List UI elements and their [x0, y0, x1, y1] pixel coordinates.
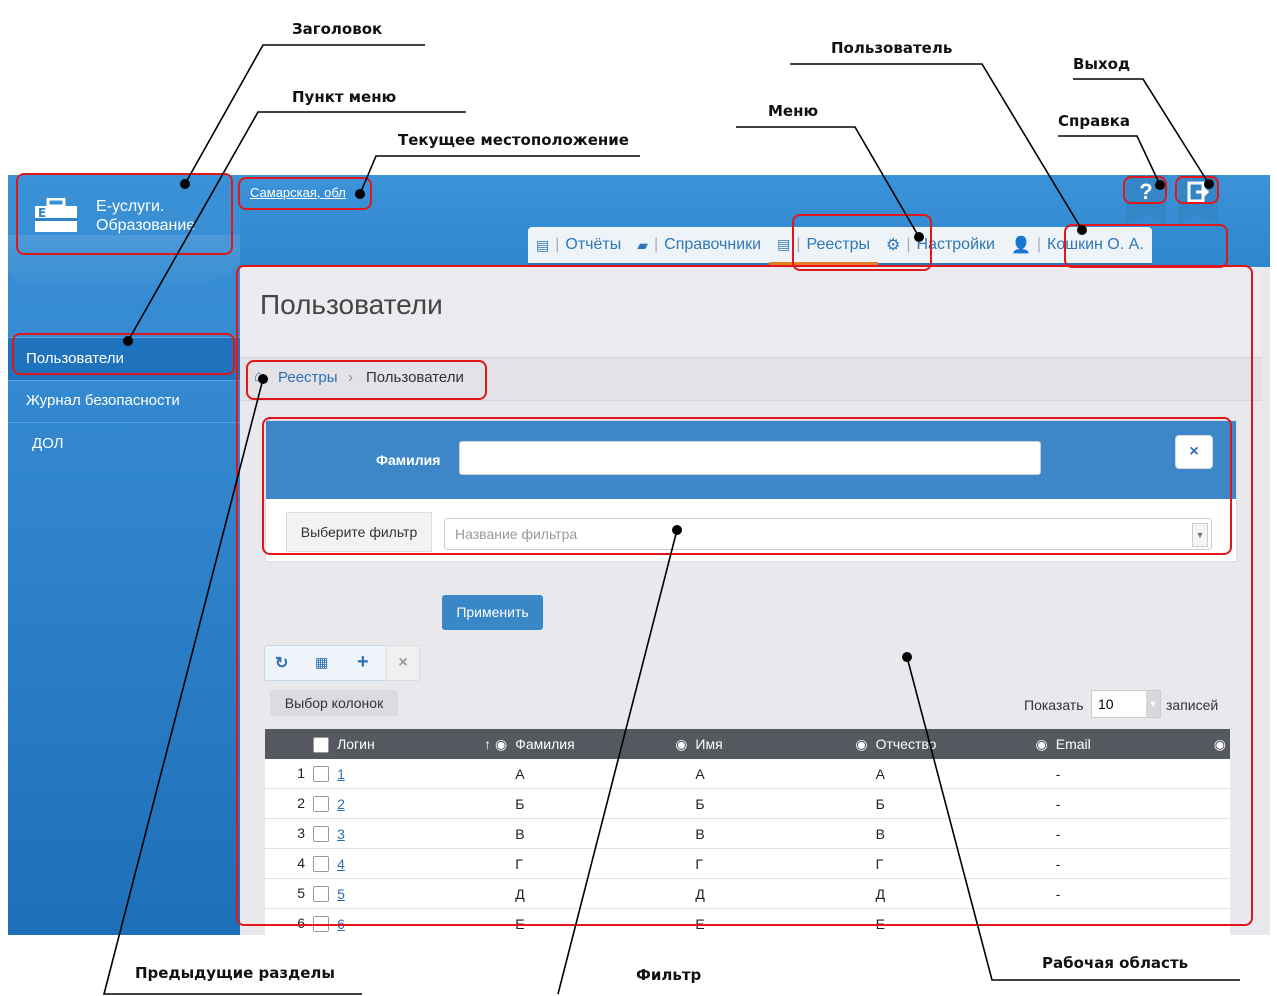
annotation-dot-breadcrumb — [258, 374, 268, 384]
annotation-dot-header — [180, 179, 190, 189]
annotation-dot-menu — [914, 232, 924, 242]
annotation-leader-lines — [102, 44, 1240, 995]
annotation-dot-user — [1077, 225, 1087, 235]
annotation-dot-exit — [1204, 179, 1214, 189]
annotation-dot-filter — [672, 525, 682, 535]
annotation-dot-help — [1155, 180, 1165, 190]
annotation-dot-menu-item — [123, 336, 133, 346]
annotation-dot-location — [355, 189, 365, 199]
annotation-dot-work-area — [902, 652, 912, 662]
